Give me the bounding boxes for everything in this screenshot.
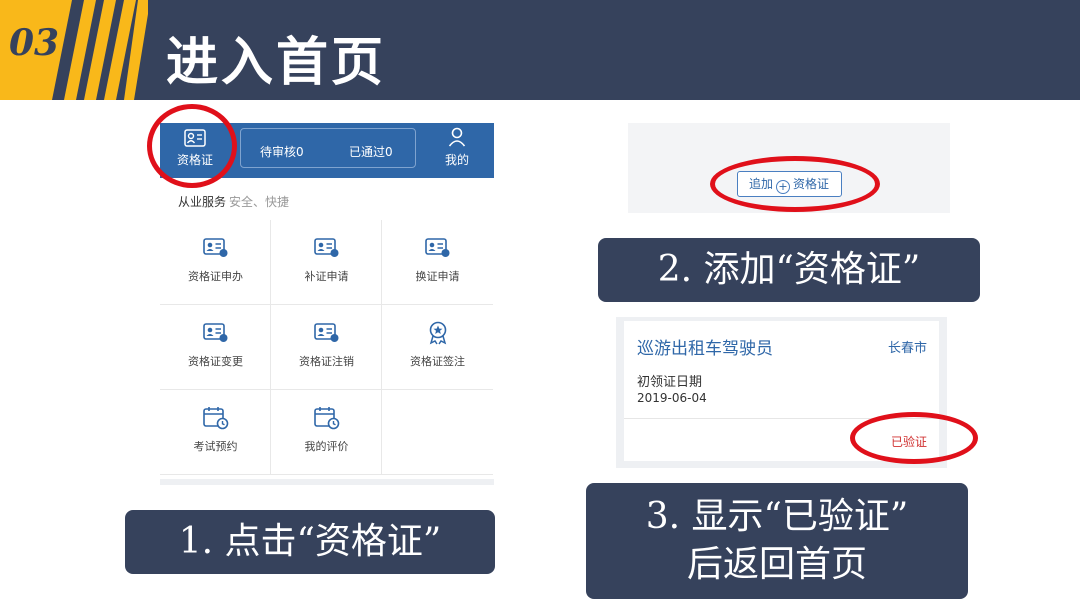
id-card-reissue-icon [314,238,339,257]
highlight-ring-add-button [710,156,880,212]
service-label: 资格证变更 [188,355,243,368]
caption-step-3-line-1: 3. 显示“已验证” [645,496,909,537]
user-icon [448,127,466,147]
section-number-badge: 03 [0,0,148,100]
service-label: 我的评价 [304,440,349,453]
service-exam-booking[interactable]: 考试预约 [160,390,271,475]
award-badge-icon [429,321,447,345]
calendar-clock-icon [314,407,340,430]
cert-card-date-label: 初领证日期 [637,375,703,390]
cert-card-city: 长春市 [887,341,927,356]
highlight-ring-verified [850,412,978,464]
tab-mine-label: 我的 [444,153,469,167]
cert-card-title: 巡游出租车驾驶员 [637,339,773,359]
id-card-change-icon [203,323,228,342]
service-cert-cancel[interactable]: 资格证注销 [271,305,382,390]
caption-step-3-line-2: 后返回首页 [686,544,867,585]
section-heading-title: 从业服务 [178,195,227,209]
passed-count[interactable]: 已通过0 [349,143,393,160]
service-my-rating[interactable]: 我的评价 [271,390,382,475]
grid-bottom-band [160,479,494,485]
slide-title: 进入首页 [166,33,387,93]
service-label: 考试预约 [193,440,238,453]
service-label: 资格证申办 [188,270,243,283]
service-label: 换证申请 [415,270,460,283]
pending-count[interactable]: 待审核0 [260,143,304,160]
service-cert-reissue[interactable]: 补证申请 [271,220,382,305]
caption-step-1: 1. 点击“资格证” [125,510,495,574]
highlight-ring-cert-tab [147,104,237,188]
id-card-renew-icon [425,238,450,257]
service-cert-renew[interactable]: 换证申请 [382,220,493,305]
id-card-apply-icon [203,238,228,257]
section-heading: 从业服务 安全、快捷 [178,193,289,210]
service-cert-apply[interactable]: 资格证申办 [160,220,271,305]
section-heading-subtitle: 安全、快捷 [229,195,290,209]
cert-card-date: 2019-06-04 [637,391,707,405]
section-number: 03 [9,22,60,64]
service-cert-endorse[interactable]: 资格证签注 [382,305,493,390]
service-grid: 资格证申办 补证申请 换证申请 资格证变更 资格证注销 资格证签注 考试预约 我… [160,220,494,485]
tab-mine[interactable]: 我的 [436,127,478,168]
service-empty-cell [382,390,493,475]
caption-step-3: 3. 显示“已验证” 后返回首页 [586,483,968,599]
service-label: 资格证签注 [410,355,465,368]
calendar-clock-icon [203,407,229,430]
caption-step-2: 2. 添加“资格证” [598,238,980,302]
id-card-cancel-icon [314,323,339,342]
slide-header: 03 进入首页 [0,0,1080,100]
service-label: 补证申请 [304,270,349,283]
service-label: 资格证注销 [299,355,354,368]
service-cert-change[interactable]: 资格证变更 [160,305,271,390]
